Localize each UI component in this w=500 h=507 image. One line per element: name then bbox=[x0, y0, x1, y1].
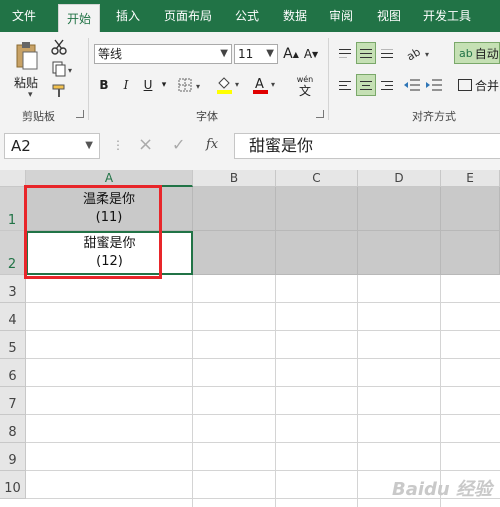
grow-font-button[interactable]: A ▲ bbox=[282, 43, 300, 65]
font-color-icon[interactable]: A ▾ bbox=[250, 74, 280, 96]
formula-bar-grip-icon: ⋮ bbox=[112, 138, 124, 152]
cell-e1[interactable] bbox=[441, 187, 500, 231]
cell-c1[interactable] bbox=[276, 187, 358, 231]
font-size-value: 11 bbox=[238, 47, 254, 61]
paste-icon[interactable] bbox=[12, 40, 42, 72]
row-header-8[interactable]: 8 bbox=[0, 415, 26, 443]
alignment-group-label: 对齐方式 bbox=[412, 110, 456, 123]
tab-view[interactable]: 视图 bbox=[370, 0, 408, 32]
align-middle-button[interactable] bbox=[356, 42, 376, 64]
tab-data[interactable]: 数据 bbox=[276, 0, 314, 32]
shrink-font-button[interactable]: A ▼ bbox=[302, 43, 320, 65]
increase-indent-icon[interactable] bbox=[424, 76, 444, 94]
svg-text:▾: ▾ bbox=[68, 66, 72, 75]
row-header-3[interactable]: 3 bbox=[0, 275, 26, 303]
highlight-annotation bbox=[24, 185, 162, 279]
font-name-select[interactable]: 等线 ▼ bbox=[94, 44, 232, 64]
font-name-value: 等线 bbox=[98, 47, 123, 61]
cell-b2[interactable] bbox=[193, 231, 276, 275]
tab-developer[interactable]: 开发工具 bbox=[418, 0, 476, 32]
decrease-indent-icon[interactable] bbox=[402, 76, 422, 94]
chevron-down-icon[interactable]: ▼ bbox=[85, 134, 93, 158]
align-center-button[interactable] bbox=[356, 74, 376, 96]
cell-d2[interactable] bbox=[358, 231, 441, 275]
tab-page-layout[interactable]: 页面布局 bbox=[158, 0, 218, 32]
tab-file[interactable]: 文件 bbox=[4, 0, 44, 32]
font-group-label: 字体 bbox=[196, 110, 218, 123]
cell-c2[interactable] bbox=[276, 231, 358, 275]
svg-text:▾: ▾ bbox=[235, 80, 239, 89]
tab-review[interactable]: 审阅 bbox=[322, 0, 360, 32]
column-header-c[interactable]: C bbox=[276, 170, 358, 187]
font-size-select[interactable]: 11 ▼ bbox=[234, 44, 278, 64]
align-right-button[interactable] bbox=[378, 74, 396, 96]
group-divider bbox=[328, 38, 329, 120]
group-divider bbox=[88, 38, 89, 120]
borders-icon[interactable]: ▾ bbox=[176, 76, 206, 94]
svg-text:▾: ▾ bbox=[425, 50, 429, 59]
tab-insert[interactable]: 插入 bbox=[108, 0, 148, 32]
formula-input[interactable]: 甜蜜是你 bbox=[234, 133, 500, 159]
svg-text:ab: ab bbox=[405, 45, 423, 61]
cell-b1[interactable] bbox=[193, 187, 276, 231]
insert-function-icon[interactable]: fx bbox=[206, 137, 218, 152]
row-header-9[interactable]: 9 bbox=[0, 443, 26, 471]
row-header-5[interactable]: 5 bbox=[0, 331, 26, 359]
watermark-logo: Baidu 经验 bbox=[391, 479, 492, 500]
clipboard-group-label: 剪贴板 bbox=[22, 110, 55, 123]
spreadsheet-grid: A B C D E 1 2 3 4 5 6 7 8 9 10 温柔是你 (11)… bbox=[0, 170, 500, 507]
cancel-icon[interactable]: × bbox=[138, 134, 153, 155]
paste-label[interactable]: 粘贴 bbox=[14, 74, 38, 91]
ribbon-home: 粘贴 ▾ ▾ 剪贴板 等线 ▼ 11 ▼ A ▲ A ▼ B I U ▾ ▾ ▾ A… bbox=[0, 32, 500, 125]
chevron-down-icon: ▼ bbox=[266, 48, 274, 59]
svg-text:▾: ▾ bbox=[271, 80, 275, 89]
ribbon-tab-bar: 文件 开始 插入 页面布局 公式 数据 审阅 视图 开发工具 bbox=[0, 0, 500, 32]
merge-center-button[interactable]: 合并 bbox=[454, 74, 500, 96]
italic-button[interactable]: I bbox=[116, 74, 136, 96]
align-top-button[interactable] bbox=[336, 42, 354, 64]
clipboard-launcher-icon[interactable] bbox=[76, 110, 84, 118]
cut-icon[interactable] bbox=[50, 38, 68, 56]
name-box[interactable]: A2 ▼ bbox=[4, 133, 100, 159]
merge-icon bbox=[458, 79, 472, 91]
row-header-6[interactable]: 6 bbox=[0, 359, 26, 387]
row-header-10[interactable]: 10 bbox=[0, 471, 26, 499]
underline-dropdown-icon[interactable]: ▾ bbox=[158, 74, 170, 96]
phonetic-guide-icon[interactable]: wén 文 bbox=[290, 72, 320, 100]
select-all-corner[interactable] bbox=[0, 170, 26, 187]
wrap-text-icon: ab bbox=[459, 46, 473, 60]
empty-cell-area[interactable] bbox=[26, 275, 500, 507]
cell-d1[interactable] bbox=[358, 187, 441, 231]
bold-button[interactable]: B bbox=[94, 74, 114, 96]
svg-text:A: A bbox=[255, 77, 264, 92]
orientation-icon[interactable]: ab ▾ bbox=[404, 44, 434, 62]
fill-color-icon[interactable]: ▾ bbox=[214, 74, 244, 96]
cell-e2[interactable] bbox=[441, 231, 500, 275]
row-header-7[interactable]: 7 bbox=[0, 387, 26, 415]
enter-icon[interactable]: ✓ bbox=[172, 135, 185, 154]
align-left-button[interactable] bbox=[336, 74, 354, 96]
row-header-2[interactable]: 2 bbox=[0, 231, 26, 275]
paste-dropdown-icon[interactable]: ▾ bbox=[28, 90, 33, 100]
tab-home[interactable]: 开始 bbox=[58, 4, 100, 32]
align-bottom-button[interactable] bbox=[378, 42, 396, 64]
wrap-text-button[interactable]: ab 自动 bbox=[454, 42, 500, 64]
column-header-e[interactable]: E bbox=[441, 170, 500, 187]
column-header-d[interactable]: D bbox=[358, 170, 441, 187]
row-header-4[interactable]: 4 bbox=[0, 303, 26, 331]
row-header-1[interactable]: 1 bbox=[0, 187, 26, 231]
chevron-down-icon: ▼ bbox=[220, 48, 228, 59]
font-launcher-icon[interactable] bbox=[316, 110, 324, 118]
name-box-value: A2 bbox=[11, 137, 31, 155]
column-header-b[interactable]: B bbox=[193, 170, 276, 187]
copy-icon[interactable]: ▾ bbox=[50, 60, 76, 78]
svg-text:▾: ▾ bbox=[196, 82, 200, 91]
tab-formulas[interactable]: 公式 bbox=[228, 0, 266, 32]
format-painter-icon[interactable] bbox=[50, 82, 68, 100]
underline-button[interactable]: U bbox=[138, 74, 158, 96]
